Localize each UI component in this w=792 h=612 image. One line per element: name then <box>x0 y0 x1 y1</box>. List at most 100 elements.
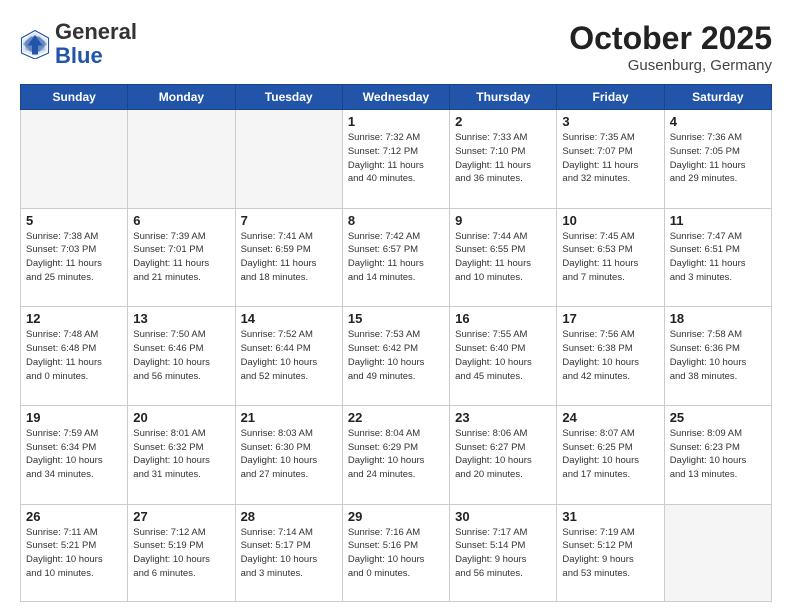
calendar-cell: 29 Sunrise: 7:16 AM Sunset: 5:16 PM Dayli… <box>342 504 449 602</box>
header-thursday: Thursday <box>450 85 557 110</box>
day-number: 5 <box>26 213 122 228</box>
logo: General Blue <box>20 20 137 68</box>
week-row-2: 12Sunrise: 7:48 AM Sunset: 6:48 PM Dayli… <box>21 307 772 406</box>
week-row-3: 19Sunrise: 7:59 AM Sunset: 6:34 PM Dayli… <box>21 405 772 504</box>
day-number: 12 <box>26 311 122 326</box>
calendar-cell: 15 Sunrise: 7:53 AM Sunset: 6:42 PM Dayli… <box>342 307 449 406</box>
week-row-0: 1Sunrise: 7:32 AM Sunset: 7:12 PM Daylig… <box>21 110 772 209</box>
day-info: Sunrise: 7:44 AM Sunset: 6:55 PM Dayligh… <box>455 230 551 285</box>
day-number: 30 <box>455 509 551 524</box>
day-info: Sunrise: 7:45 AM Sunset: 6:53 PM Dayligh… <box>562 230 658 285</box>
title-block: October 2025 Gusenburg, Germany <box>569 20 772 74</box>
day-number: 7 <box>241 213 337 228</box>
calendar-cell: 11 Sunrise: 7:47 AM Sunset: 6:51 PM Dayli… <box>664 208 771 307</box>
day-number: 2 <box>455 114 551 129</box>
day-info: Sunrise: 7:39 AM Sunset: 7:01 PM Dayligh… <box>133 230 229 285</box>
calendar-cell: 14 Sunrise: 7:52 AM Sunset: 6:44 PM Dayli… <box>235 307 342 406</box>
day-info: Sunrise: 8:06 AM Sunset: 6:27 PM Dayligh… <box>455 427 551 482</box>
day-number: 31 <box>562 509 658 524</box>
weekday-header-row: Sunday Monday Tuesday Wednesday Thursday… <box>21 85 772 110</box>
calendar-cell: 25Sunrise: 8:09 AM Sunset: 6:23 PM Dayli… <box>664 405 771 504</box>
header-sunday: Sunday <box>21 85 128 110</box>
calendar-cell: 24 Sunrise: 8:07 AM Sunset: 6:25 PM Dayli… <box>557 405 664 504</box>
day-info: Sunrise: 8:07 AM Sunset: 6:25 PM Dayligh… <box>562 427 658 482</box>
day-info: Sunrise: 7:52 AM Sunset: 6:44 PM Dayligh… <box>241 328 337 383</box>
logo-blue: Blue <box>55 43 103 68</box>
logo-icon <box>20 29 50 59</box>
day-number: 14 <box>241 311 337 326</box>
calendar-cell: 26 Sunrise: 7:11 AM Sunset: 5:21 PM Dayli… <box>21 504 128 602</box>
day-info: Sunrise: 7:16 AM Sunset: 5:16 PM Dayligh… <box>348 526 444 581</box>
calendar-cell: 17 Sunrise: 7:56 AM Sunset: 6:38 PM Dayli… <box>557 307 664 406</box>
day-info: Sunrise: 7:56 AM Sunset: 6:38 PM Dayligh… <box>562 328 658 383</box>
calendar-cell: 28 Sunrise: 7:14 AM Sunset: 5:17 PM Dayli… <box>235 504 342 602</box>
calendar-cell: 21 Sunrise: 8:03 AM Sunset: 6:30 PM Dayli… <box>235 405 342 504</box>
day-info: Sunrise: 8:03 AM Sunset: 6:30 PM Dayligh… <box>241 427 337 482</box>
calendar-cell: 13 Sunrise: 7:50 AM Sunset: 6:46 PM Dayli… <box>128 307 235 406</box>
header-tuesday: Tuesday <box>235 85 342 110</box>
day-info: Sunrise: 8:09 AM Sunset: 6:23 PM Dayligh… <box>670 427 766 482</box>
day-info: Sunrise: 7:55 AM Sunset: 6:40 PM Dayligh… <box>455 328 551 383</box>
calendar-table: Sunday Monday Tuesday Wednesday Thursday… <box>20 84 772 602</box>
day-info: Sunrise: 7:47 AM Sunset: 6:51 PM Dayligh… <box>670 230 766 285</box>
calendar-cell: 23Sunrise: 8:06 AM Sunset: 6:27 PM Dayli… <box>450 405 557 504</box>
day-info: Sunrise: 7:35 AM Sunset: 7:07 PM Dayligh… <box>562 131 658 186</box>
day-number: 21 <box>241 410 337 425</box>
calendar-cell: 30 Sunrise: 7:17 AM Sunset: 5:14 PM Dayli… <box>450 504 557 602</box>
calendar-cell: 27 Sunrise: 7:12 AM Sunset: 5:19 PM Dayli… <box>128 504 235 602</box>
day-number: 17 <box>562 311 658 326</box>
day-info: Sunrise: 7:14 AM Sunset: 5:17 PM Dayligh… <box>241 526 337 581</box>
day-info: Sunrise: 8:01 AM Sunset: 6:32 PM Dayligh… <box>133 427 229 482</box>
day-number: 28 <box>241 509 337 524</box>
day-number: 27 <box>133 509 229 524</box>
day-info: Sunrise: 7:33 AM Sunset: 7:10 PM Dayligh… <box>455 131 551 186</box>
day-info: Sunrise: 7:50 AM Sunset: 6:46 PM Dayligh… <box>133 328 229 383</box>
header-wednesday: Wednesday <box>342 85 449 110</box>
calendar-cell: 2 Sunrise: 7:33 AM Sunset: 7:10 PM Daylig… <box>450 110 557 209</box>
day-number: 16 <box>455 311 551 326</box>
day-number: 29 <box>348 509 444 524</box>
calendar-cell <box>21 110 128 209</box>
day-number: 8 <box>348 213 444 228</box>
day-number: 18 <box>670 311 766 326</box>
day-info: Sunrise: 7:32 AM Sunset: 7:12 PM Dayligh… <box>348 131 444 186</box>
day-number: 26 <box>26 509 122 524</box>
day-number: 15 <box>348 311 444 326</box>
day-number: 13 <box>133 311 229 326</box>
calendar-cell: 3 Sunrise: 7:35 AM Sunset: 7:07 PM Daylig… <box>557 110 664 209</box>
calendar-cell <box>235 110 342 209</box>
day-info: Sunrise: 8:04 AM Sunset: 6:29 PM Dayligh… <box>348 427 444 482</box>
location: Gusenburg, Germany <box>569 57 772 74</box>
day-info: Sunrise: 7:42 AM Sunset: 6:57 PM Dayligh… <box>348 230 444 285</box>
calendar-cell: 8 Sunrise: 7:42 AM Sunset: 6:57 PM Daylig… <box>342 208 449 307</box>
day-info: Sunrise: 7:17 AM Sunset: 5:14 PM Dayligh… <box>455 526 551 581</box>
calendar-cell <box>664 504 771 602</box>
header-monday: Monday <box>128 85 235 110</box>
day-number: 10 <box>562 213 658 228</box>
day-info: Sunrise: 7:58 AM Sunset: 6:36 PM Dayligh… <box>670 328 766 383</box>
calendar-cell: 10 Sunrise: 7:45 AM Sunset: 6:53 PM Dayli… <box>557 208 664 307</box>
header: General Blue October 2025 Gusenburg, Ger… <box>20 20 772 74</box>
day-info: Sunrise: 7:38 AM Sunset: 7:03 PM Dayligh… <box>26 230 122 285</box>
day-info: Sunrise: 7:53 AM Sunset: 6:42 PM Dayligh… <box>348 328 444 383</box>
calendar-cell: 5 Sunrise: 7:38 AM Sunset: 7:03 PM Daylig… <box>21 208 128 307</box>
day-number: 4 <box>670 114 766 129</box>
calendar-cell: 20Sunrise: 8:01 AM Sunset: 6:32 PM Dayli… <box>128 405 235 504</box>
day-info: Sunrise: 7:11 AM Sunset: 5:21 PM Dayligh… <box>26 526 122 581</box>
month-title: October 2025 <box>569 20 772 57</box>
page: General Blue October 2025 Gusenburg, Ger… <box>0 0 792 612</box>
day-info: Sunrise: 7:19 AM Sunset: 5:12 PM Dayligh… <box>562 526 658 581</box>
day-number: 22 <box>348 410 444 425</box>
week-row-4: 26 Sunrise: 7:11 AM Sunset: 5:21 PM Dayli… <box>21 504 772 602</box>
day-number: 3 <box>562 114 658 129</box>
calendar-cell: 9Sunrise: 7:44 AM Sunset: 6:55 PM Daylig… <box>450 208 557 307</box>
day-number: 24 <box>562 410 658 425</box>
day-number: 11 <box>670 213 766 228</box>
header-friday: Friday <box>557 85 664 110</box>
calendar-cell: 12Sunrise: 7:48 AM Sunset: 6:48 PM Dayli… <box>21 307 128 406</box>
calendar-cell: 22 Sunrise: 8:04 AM Sunset: 6:29 PM Dayli… <box>342 405 449 504</box>
calendar-cell: 19Sunrise: 7:59 AM Sunset: 6:34 PM Dayli… <box>21 405 128 504</box>
day-info: Sunrise: 7:12 AM Sunset: 5:19 PM Dayligh… <box>133 526 229 581</box>
day-info: Sunrise: 7:36 AM Sunset: 7:05 PM Dayligh… <box>670 131 766 186</box>
calendar-cell <box>128 110 235 209</box>
